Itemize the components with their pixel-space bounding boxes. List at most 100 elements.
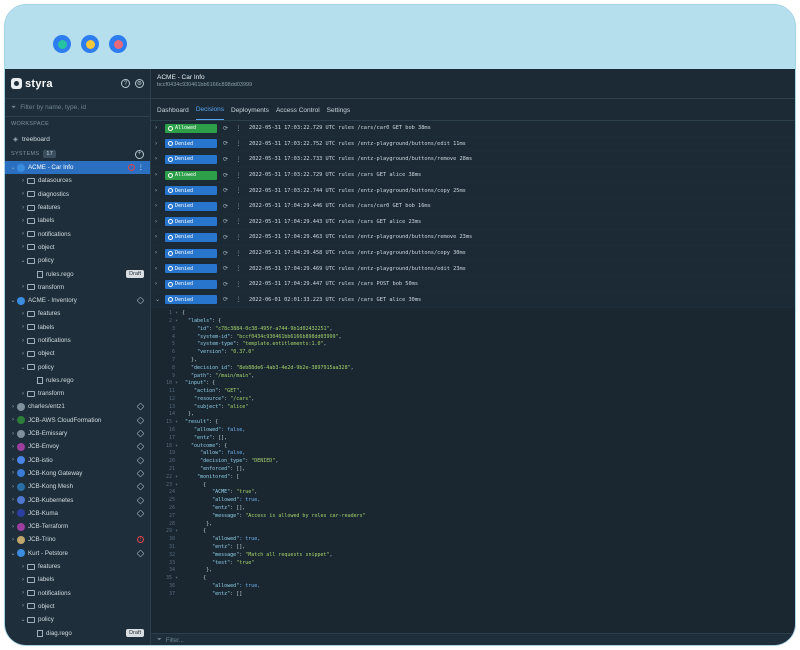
brand-logo[interactable]: styra <box>11 78 53 90</box>
more-icon[interactable]: ⋮ <box>234 186 243 195</box>
tree-item[interactable]: ⌄ policy <box>5 360 150 373</box>
tree-item[interactable]: ⌄ Kurt - Petstore <box>5 547 150 560</box>
chevron-right-icon[interactable]: › <box>19 205 27 211</box>
chevron-right-icon[interactable]: › <box>19 603 27 609</box>
chevron-right-icon[interactable]: › <box>19 338 27 344</box>
chevron-down-icon[interactable]: ⌄ <box>9 164 17 171</box>
chevron-right-icon[interactable]: › <box>9 484 17 490</box>
more-icon[interactable]: ⋮ <box>234 124 243 133</box>
decision-row[interactable]: ⌄ Denied ⟳ ⋮ 2022-06-01 02:01:33.223 UTC rul… <box>151 293 795 309</box>
chevron-right-icon[interactable]: › <box>155 281 165 287</box>
chevron-right-icon[interactable]: › <box>9 444 17 450</box>
decision-json-viewer[interactable]: 1 ▾{2 ▾ "labels": {3 "id": "c78c3884-0c3… <box>151 308 795 645</box>
green-window-dot[interactable] <box>53 35 71 53</box>
more-icon[interactable]: ⋮ <box>234 280 243 289</box>
replay-icon[interactable]: ⟳ <box>221 249 230 258</box>
tree-item[interactable]: › diagnostics <box>5 188 150 201</box>
tree-item[interactable]: › JCB-Kuma <box>5 507 150 520</box>
replay-icon[interactable]: ⟳ <box>221 124 230 133</box>
replay-icon[interactable]: ⟳ <box>221 295 230 304</box>
chevron-right-icon[interactable]: › <box>155 234 165 240</box>
decision-filter-bar[interactable]: ⏷ Filter... <box>151 633 795 645</box>
chevron-right-icon[interactable]: ⌄ <box>9 297 17 304</box>
chevron-right-icon[interactable]: › <box>9 431 17 437</box>
tab-decisions[interactable]: Decisions <box>195 106 224 120</box>
replay-icon[interactable]: ⟳ <box>221 186 230 195</box>
tree-item[interactable]: › JCB-Trino! <box>5 533 150 546</box>
tree-item[interactable]: › transform <box>5 387 150 400</box>
add-system-icon[interactable]: + <box>135 149 144 159</box>
chevron-right-icon[interactable]: › <box>19 311 27 317</box>
chevron-down-icon[interactable]: ⌄ <box>155 296 165 303</box>
chevron-right-icon[interactable]: › <box>9 497 17 503</box>
chevron-right-icon[interactable]: › <box>19 218 27 224</box>
more-icon[interactable]: ⋮ <box>234 139 243 148</box>
tree-item[interactable]: › labels <box>5 573 150 586</box>
tree-item[interactable]: › JCB-Envoy <box>5 440 150 453</box>
tree-item[interactable]: › notifications <box>5 587 150 600</box>
decision-row[interactable]: › Denied ⟳ ⋮ 2022-05-31 17:04:29.443 UTC rul… <box>151 215 795 231</box>
tree-item[interactable]: › JCB-Terraform <box>5 520 150 533</box>
tree-item[interactable]: ⌄ policy <box>5 613 150 626</box>
tree-item[interactable]: › JCB-Kubernetes <box>5 493 150 506</box>
replay-icon[interactable]: ⟳ <box>221 217 230 226</box>
more-icon[interactable]: ⋮ <box>234 171 243 180</box>
chevron-right-icon[interactable]: › <box>155 141 165 147</box>
replay-icon[interactable]: ⟳ <box>221 280 230 289</box>
more-icon[interactable]: ⋮ <box>138 164 144 171</box>
red-window-dot[interactable] <box>109 35 127 53</box>
tree-item[interactable]: › datasources <box>5 174 150 187</box>
tab-access-control[interactable]: Access Control <box>276 107 320 120</box>
chevron-down-icon[interactable]: ⌄ <box>19 257 27 264</box>
tree-item[interactable]: ⌄ ACME - Car Info! ⋮ <box>5 161 150 175</box>
tree-item[interactable]: › features <box>5 307 150 320</box>
decision-row[interactable]: › Denied ⟳ ⋮ 2022-05-31 17:04:29.446 UTC rul… <box>151 199 795 215</box>
decision-row[interactable]: › Denied ⟳ ⋮ 2022-05-31 17:04:29.458 UTC rul… <box>151 246 795 262</box>
chevron-right-icon[interactable]: › <box>9 537 17 543</box>
replay-icon[interactable]: ⟳ <box>221 155 230 164</box>
tree-item[interactable]: diag.rego Draft <box>5 626 150 639</box>
tab-dashboard[interactable]: Dashboard <box>157 107 189 120</box>
tree-item[interactable]: › JCB-Kong Gateway <box>5 467 150 480</box>
more-icon[interactable]: ⋮ <box>234 233 243 242</box>
decision-row[interactable]: › Allowed ⟳ ⋮ 2022-05-31 17:03:22.729 UTC ru… <box>151 121 795 137</box>
tree-item[interactable]: › JCB-Kong Mesh <box>5 480 150 493</box>
tree-item[interactable]: rules.rego <box>5 374 150 387</box>
sidebar-filter[interactable]: ⏷ Filter by name, type, id <box>5 99 150 117</box>
tree-item[interactable]: › JCB-AWS CloudFormation <box>5 414 150 427</box>
decision-row[interactable]: › Denied ⟳ ⋮ 2022-05-31 17:03:22.733 UTC rul… <box>151 152 795 168</box>
more-icon[interactable]: ⋮ <box>234 264 243 273</box>
chevron-right-icon[interactable]: › <box>9 524 17 530</box>
more-icon[interactable]: ⋮ <box>234 155 243 164</box>
chevron-right-icon[interactable]: › <box>9 417 17 423</box>
chevron-right-icon[interactable]: › <box>155 172 165 178</box>
chevron-right-icon[interactable]: › <box>19 590 27 596</box>
more-icon[interactable]: ⋮ <box>234 295 243 304</box>
chevron-right-icon[interactable]: › <box>9 457 17 463</box>
workspace-item-treeboard[interactable]: ◈ treeboard <box>5 131 150 147</box>
more-icon[interactable]: ⋮ <box>234 202 243 211</box>
decision-row[interactable]: › Denied ⟳ ⋮ 2022-05-31 17:04:29.469 UTC rul… <box>151 261 795 277</box>
settings-icon[interactable]: ⚙ <box>135 79 144 88</box>
more-icon[interactable]: ⋮ <box>234 217 243 226</box>
replay-icon[interactable]: ⟳ <box>221 139 230 148</box>
tree-item[interactable]: › notifications <box>5 334 150 347</box>
tree-item[interactable]: › features <box>5 201 150 214</box>
chevron-right-icon[interactable]: › <box>9 404 17 410</box>
tab-deployments[interactable]: Deployments <box>231 107 269 120</box>
decision-row[interactable]: › Allowed ⟳ ⋮ 2022-05-31 17:03:22.729 UTC ru… <box>151 168 795 184</box>
decision-row[interactable]: › Denied ⟳ ⋮ 2022-05-31 17:03:22.752 UTC rul… <box>151 137 795 153</box>
tree-item[interactable]: › JCB-Emissary <box>5 427 150 440</box>
help-icon[interactable]: ? <box>121 79 130 88</box>
chevron-right-icon[interactable]: › <box>155 188 165 194</box>
chevron-down-icon[interactable]: ⌄ <box>19 364 27 371</box>
tree-item[interactable]: › transform <box>5 281 150 294</box>
chevron-right-icon[interactable]: › <box>19 564 27 570</box>
decision-row[interactable]: › Denied ⟳ ⋮ 2022-05-31 17:04:29.463 UTC rul… <box>151 230 795 246</box>
decision-row[interactable]: › Denied ⟳ ⋮ 2022-05-31 17:04:29.447 UTC rul… <box>151 277 795 293</box>
tab-settings[interactable]: Settings <box>327 107 351 120</box>
tree-item[interactable]: › object <box>5 600 150 613</box>
tree-item[interactable]: › labels <box>5 214 150 227</box>
tree-item[interactable]: › notifications <box>5 227 150 240</box>
tree-item[interactable]: ⌄ ACME - Inventory <box>5 294 150 307</box>
